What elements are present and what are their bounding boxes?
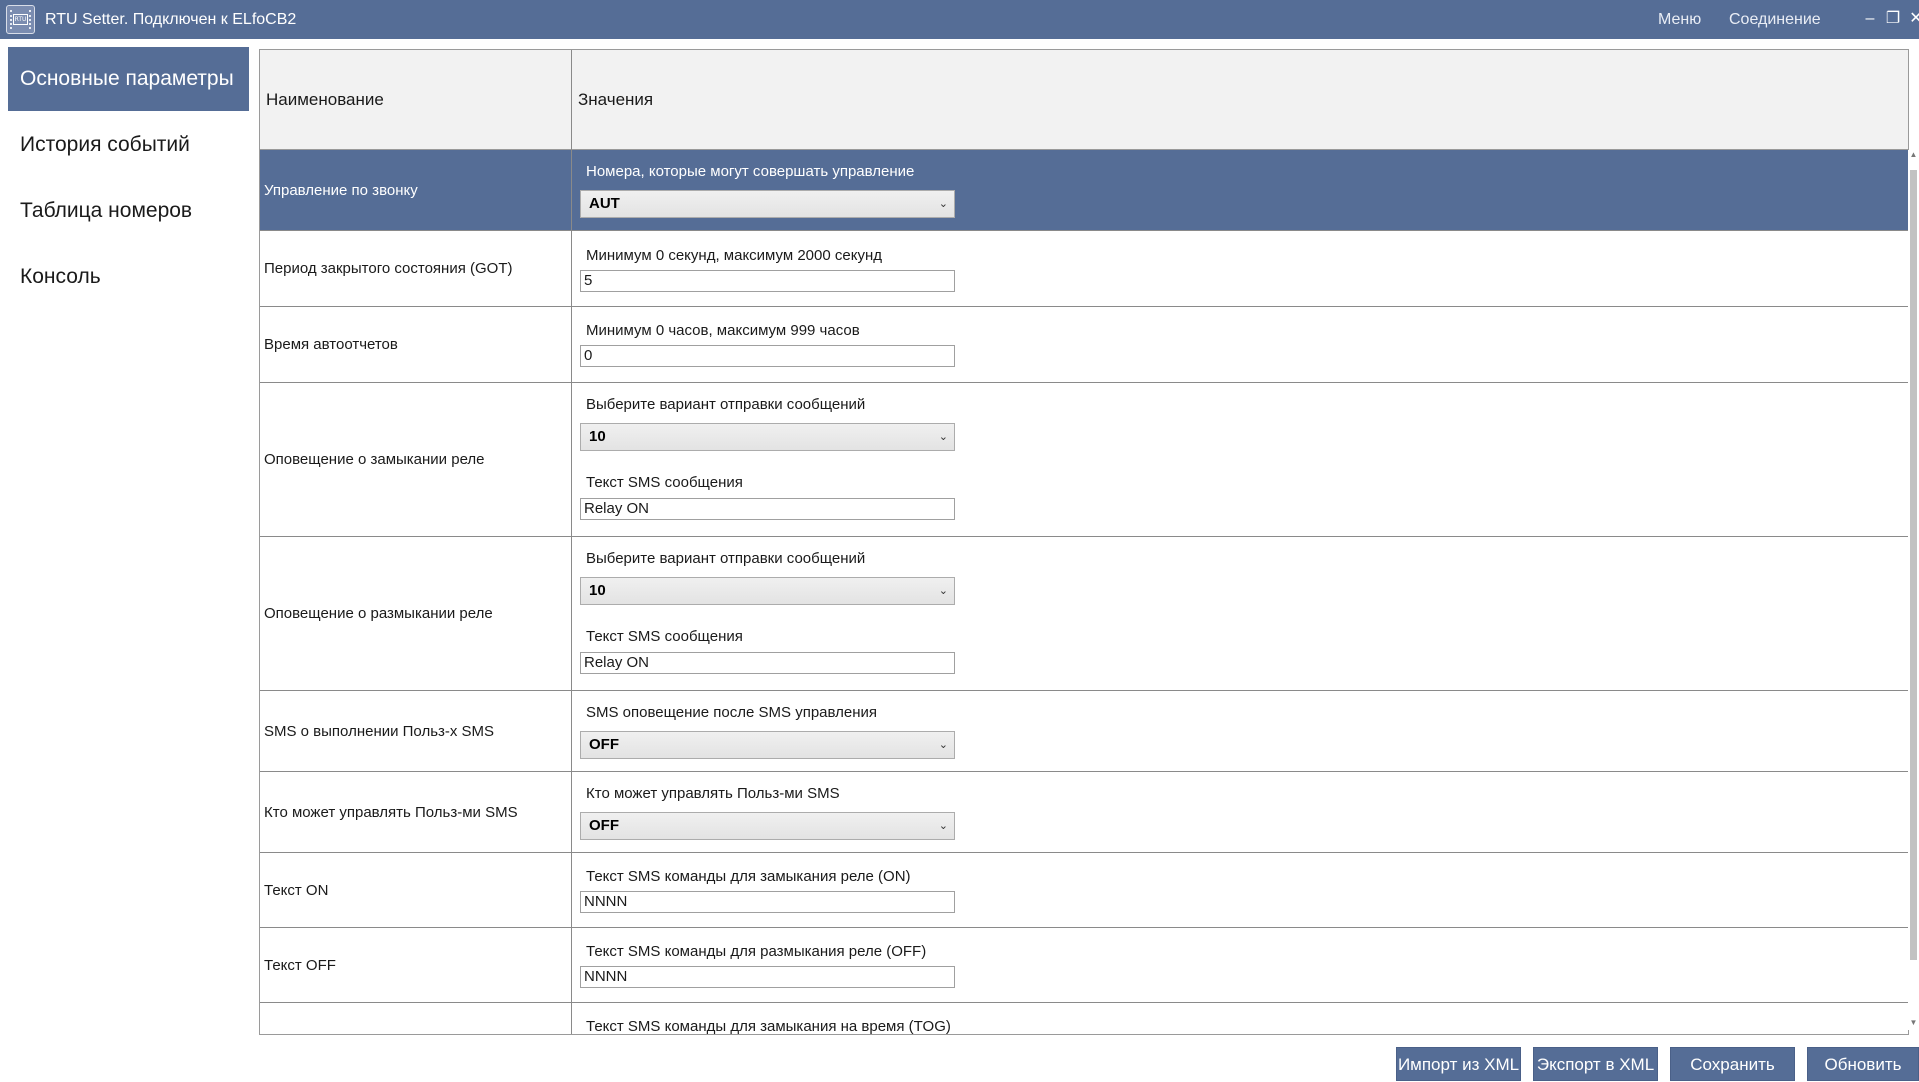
row-name: Оповещение о размыкании реле: [260, 537, 572, 690]
row-values: Выберите вариант отправки сообщений 10 ⌄…: [572, 383, 1908, 536]
sidebar-item-main-params[interactable]: Основные параметры: [8, 47, 249, 111]
row-name: SMS о выполнении Польз-х SMS: [260, 691, 572, 771]
column-header-name[interactable]: Наименование: [260, 50, 572, 150]
sidebar-item-numbers-table[interactable]: Таблица номеров: [8, 179, 249, 243]
dropdown-value: AUT: [589, 195, 620, 212]
table-row[interactable]: Кто может управлять Польз-ми SMS Кто мож…: [260, 772, 1908, 853]
text-input[interactable]: NNNN: [580, 966, 955, 988]
close-icon[interactable]: ✕: [1905, 8, 1919, 30]
sidebar-item-console[interactable]: Консоль: [8, 245, 249, 309]
field-label: Текст SMS команды для замыкания на время…: [586, 1018, 951, 1035]
dropdown-select[interactable]: AUT ⌄: [580, 190, 955, 218]
field-label: Кто может управлять Польз-ми SMS: [586, 785, 840, 802]
dropdown-select[interactable]: 10 ⌄: [580, 423, 955, 451]
restore-icon[interactable]: ❐: [1882, 8, 1904, 30]
sidebar: Основные параметры История событий Табли…: [0, 39, 253, 1078]
chevron-down-icon: ⌄: [938, 820, 948, 832]
vertical-scrollbar[interactable]: ▲ ▼: [1908, 150, 1919, 1030]
row-name: Время автоотчетов: [260, 307, 572, 382]
dropdown-value: OFF: [589, 817, 619, 834]
dropdown-value: 10: [589, 582, 606, 599]
row-values: Кто может управлять Польз-ми SMS OFF ⌄: [572, 772, 1908, 852]
dropdown-select[interactable]: OFF ⌄: [580, 731, 955, 759]
table-row[interactable]: Текст OFF Текст SMS команды для размыкан…: [260, 928, 1908, 1003]
refresh-button[interactable]: Обновить: [1807, 1047, 1919, 1081]
row-name: Текст OFF: [260, 928, 572, 1002]
row-name: Кто может управлять Польз-ми SMS: [260, 772, 572, 852]
import-xml-button[interactable]: Импорт из XML: [1396, 1047, 1521, 1081]
field-label: Выберите вариант отправки сообщений: [586, 396, 866, 413]
row-values: Выберите вариант отправки сообщений 10 ⌄…: [572, 537, 1908, 690]
field-label: Выберите вариант отправки сообщений: [586, 550, 866, 567]
table-row[interactable]: Текст ON Текст SMS команды для замыкания…: [260, 853, 1908, 928]
table-row[interactable]: Управление по звонку Номера, которые мог…: [260, 150, 1908, 231]
dropdown-value: 10: [589, 428, 606, 445]
text-input[interactable]: Relay ON: [580, 498, 955, 520]
connection-menu-button[interactable]: Соединение: [1729, 10, 1821, 30]
table-row[interactable]: SMS о выполнении Польз-х SMS SMS оповеще…: [260, 691, 1908, 772]
row-values: Минимум 0 секунд, максимум 2000 секунд 5: [572, 231, 1908, 306]
scroll-down-arrow-icon[interactable]: ▼: [1908, 1018, 1919, 1030]
row-name: Период закрытого состояния (GOT): [260, 231, 572, 306]
window-title: RTU Setter. Подключен к ELfoCB2: [45, 11, 297, 28]
save-button[interactable]: Сохранить: [1670, 1047, 1795, 1081]
chip-label: RTU: [13, 14, 28, 25]
sidebar-item-event-history[interactable]: История событий: [8, 113, 249, 177]
title-bar: RTU RTU Setter. Подключен к ELfoCB2 Меню…: [0, 0, 1919, 39]
text-input[interactable]: 0: [580, 345, 955, 367]
scroll-thumb[interactable]: [1910, 170, 1917, 960]
export-xml-button[interactable]: Экспорт в XML: [1533, 1047, 1658, 1081]
row-values: SMS оповещение после SMS управления OFF …: [572, 691, 1908, 771]
chevron-down-icon: ⌄: [938, 198, 948, 210]
field-label: Минимум 0 секунд, максимум 2000 секунд: [586, 247, 882, 264]
field-label: Номера, которые могут совершать управлен…: [586, 163, 915, 180]
row-name: Управление по звонку: [260, 150, 572, 230]
text-input[interactable]: NNNN: [580, 891, 955, 913]
table-row[interactable]: Оповещение о размыкании реле Выберите ва…: [260, 537, 1908, 691]
chevron-down-icon: ⌄: [938, 431, 948, 443]
field-label: Текст SMS сообщения: [586, 628, 743, 645]
table-row[interactable]: Время автоотчетов Минимум 0 часов, макси…: [260, 307, 1908, 383]
row-values: Текст SMS команды для размыкания реле (O…: [572, 928, 1908, 1002]
field-label: Текст SMS команды для размыкания реле (O…: [586, 943, 927, 960]
field-label: Текст SMS сообщения: [586, 474, 743, 491]
table-row[interactable]: Период закрытого состояния (GOT) Минимум…: [260, 231, 1908, 307]
text-input[interactable]: Relay ON: [580, 652, 955, 674]
parameters-grid: Наименование Значения Управление по звон…: [259, 49, 1909, 1035]
minimize-icon[interactable]: –: [1859, 8, 1881, 30]
field-label: Текст SMS команды для замыкания реле (ON…: [586, 868, 911, 885]
row-name: Оповещение о замыкании реле: [260, 383, 572, 536]
text-input[interactable]: 5: [580, 270, 955, 292]
row-name: Текст ON: [260, 853, 572, 927]
table-row[interactable]: Текст TOG Текст SMS команды для замыкани…: [260, 1003, 1908, 1035]
row-values: Номера, которые могут совершать управлен…: [572, 150, 1908, 230]
dropdown-select[interactable]: 10 ⌄: [580, 577, 955, 605]
row-values: Текст SMS команды для замыкания реле (ON…: [572, 853, 1908, 927]
chevron-down-icon: ⌄: [938, 585, 948, 597]
field-label: SMS оповещение после SMS управления: [586, 704, 878, 721]
dropdown-value: OFF: [589, 736, 619, 753]
scroll-up-arrow-icon[interactable]: ▲: [1908, 150, 1919, 162]
grid-header: Наименование Значения: [260, 50, 1908, 150]
column-header-value[interactable]: Значения: [572, 50, 1908, 150]
dropdown-select[interactable]: OFF ⌄: [580, 812, 955, 840]
row-values: Текст SMS команды для замыкания на время…: [572, 1003, 1908, 1035]
table-row[interactable]: Оповещение о замыкании реле Выберите вар…: [260, 383, 1908, 537]
row-values: Минимум 0 часов, максимум 999 часов 0: [572, 307, 1908, 382]
app-chip-icon: RTU: [6, 5, 35, 34]
menu-button[interactable]: Меню: [1658, 10, 1701, 30]
field-label: Минимум 0 часов, максимум 999 часов: [586, 322, 860, 339]
row-name: Текст TOG: [260, 1003, 572, 1034]
chevron-down-icon: ⌄: [938, 739, 948, 751]
